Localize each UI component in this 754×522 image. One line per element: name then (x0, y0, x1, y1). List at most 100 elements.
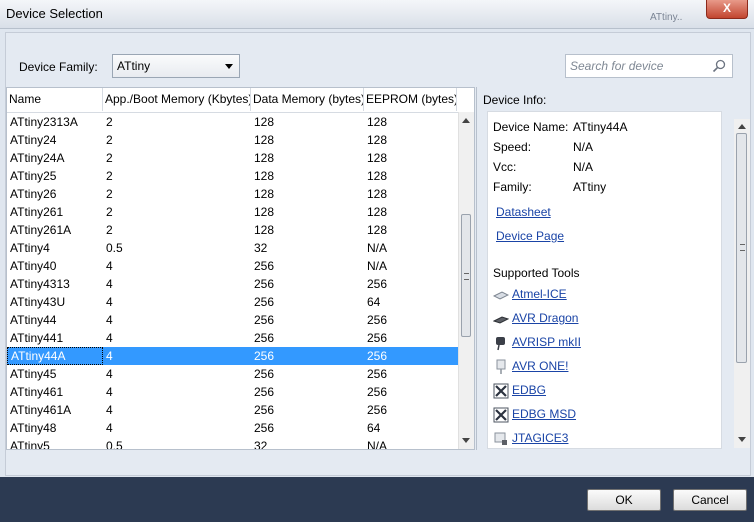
table-row[interactable]: ATtiny4313 4 256 256 (7, 275, 460, 293)
table-row[interactable]: ATtiny48 4 256 64 (7, 419, 460, 437)
device-info-pane: Device Info: Device Name: ATtiny44A Speed… (476, 87, 751, 450)
device-info-box: Device Name: ATtiny44A Speed: N/A Vcc: N/A … (487, 111, 722, 449)
cell-data-memory: 256 (254, 421, 275, 435)
table-row[interactable]: ATtiny24 2 128 128 (7, 131, 460, 149)
cell-eeprom: 256 (367, 367, 388, 381)
cell-name: ATtiny44A (7, 347, 103, 365)
supported-tool-link[interactable]: AVRISP mkII (512, 335, 581, 349)
table-body: ATtiny2313A 2 128 128 ATtiny24 2 128 128 ATtiny2… (7, 113, 460, 450)
cell-name: ATtiny24 (10, 133, 57, 147)
cell-eeprom: 128 (367, 169, 388, 183)
chevron-down-icon (225, 64, 233, 69)
cell-data-memory: 256 (254, 349, 275, 363)
table-scrollbar[interactable] (458, 112, 474, 449)
device-page-link[interactable]: Device Page (496, 229, 564, 243)
table-row[interactable]: ATtiny25 2 128 128 (7, 167, 460, 185)
table-row[interactable]: ATtiny461 4 256 256 (7, 383, 460, 401)
cell-app-memory: 4 (106, 367, 113, 381)
scroll-up-arrow-icon[interactable] (462, 118, 470, 123)
device-name-label: Device Name: (493, 120, 569, 134)
supported-tools-title: Supported Tools (493, 266, 580, 280)
scroll-up-arrow-icon[interactable] (738, 124, 746, 129)
table-row[interactable]: ATtiny44A 4 256 256 (7, 347, 460, 365)
device-family-dropdown[interactable]: ATtiny (112, 54, 240, 78)
cell-name: ATtiny48 (10, 421, 57, 435)
cell-data-memory: 256 (254, 403, 275, 417)
table-row[interactable]: ATtiny261A 2 128 128 (7, 221, 460, 239)
table-row[interactable]: ATtiny441 4 256 256 (7, 329, 460, 347)
table-row[interactable]: ATtiny24A 2 128 128 (7, 149, 460, 167)
cell-data-memory: 256 (254, 367, 275, 381)
supported-tool-link[interactable]: AVR Dragon (512, 311, 578, 325)
dialog-content: Device Family: ATtiny Search for device … (5, 32, 751, 476)
debugger-icon (493, 359, 509, 375)
grip-icon (464, 273, 469, 280)
search-icon[interactable] (712, 59, 726, 73)
table-row[interactable]: ATtiny40 4 256 N/A (7, 257, 460, 275)
cell-name: ATtiny26 (10, 187, 57, 201)
cell-app-memory: 2 (106, 115, 113, 129)
family-value: ATtiny (573, 180, 607, 194)
supported-tool-link[interactable]: Atmel-ICE (512, 287, 567, 301)
speed-value: N/A (573, 140, 594, 154)
column-header-eeprom[interactable]: EEPROM (bytes) (364, 88, 457, 111)
cell-name: ATtiny261A (10, 223, 72, 237)
supported-tool-link[interactable]: AVR ONE! (512, 359, 568, 373)
cell-name: ATtiny43U (10, 295, 66, 309)
supported-tool-link[interactable]: EDBG (512, 383, 546, 397)
table-row[interactable]: ATtiny26 2 128 128 (7, 185, 460, 203)
cell-name: ATtiny4 (10, 241, 50, 255)
vcc-label: Vcc: (493, 160, 517, 174)
column-header-name[interactable]: Name (7, 88, 103, 111)
scrollbar-thumb[interactable] (736, 133, 747, 363)
info-row-family: Family: ATtiny (493, 180, 606, 194)
cell-eeprom: 256 (367, 385, 388, 399)
table-row[interactable]: ATtiny43U 4 256 64 (7, 293, 460, 311)
cell-app-memory: 2 (106, 169, 113, 183)
table-row[interactable]: ATtiny5 0.5 32 N/A (7, 437, 460, 450)
datasheet-link[interactable]: Datasheet (496, 205, 551, 219)
cell-app-memory: 4 (106, 421, 113, 435)
cell-eeprom: 128 (367, 223, 388, 237)
speed-label: Speed: (493, 140, 532, 154)
cell-eeprom: 128 (367, 187, 388, 201)
table-row[interactable]: ATtiny4 0.5 32 N/A (7, 239, 460, 257)
scrollbar-thumb[interactable] (461, 214, 471, 337)
column-header-data-memory[interactable]: Data Memory (bytes) (251, 88, 364, 111)
cell-eeprom: N/A (367, 259, 388, 273)
supported-tool-link[interactable]: JTAGICE3 (512, 431, 568, 445)
cell-app-memory: 4 (106, 403, 113, 417)
cell-data-memory: 256 (254, 295, 275, 309)
cell-eeprom: 64 (367, 295, 381, 309)
edbg-icon (493, 383, 509, 399)
search-input[interactable]: Search for device (565, 54, 733, 78)
cell-eeprom: N/A (367, 241, 388, 255)
column-header-app-memory[interactable]: App./Boot Memory (Kbytes) (103, 88, 251, 111)
cell-app-memory: 2 (106, 205, 113, 219)
supported-tool-link[interactable]: EDBG MSD (512, 407, 576, 421)
cell-name: ATtiny461 (10, 385, 64, 399)
cell-app-memory: 4 (106, 259, 113, 273)
cell-name: ATtiny25 (10, 169, 57, 183)
table-row[interactable]: ATtiny461A 4 256 256 (7, 401, 460, 419)
device-family-value: ATtiny (117, 59, 151, 73)
close-button[interactable]: X (706, 0, 748, 19)
table-row[interactable]: ATtiny45 4 256 256 (7, 365, 460, 383)
cell-data-memory: 256 (254, 331, 275, 345)
device-selection-window: Device Selection ATtiny.. X Device Famil… (0, 0, 754, 522)
cell-data-memory: 128 (254, 115, 275, 129)
scroll-down-arrow-icon[interactable] (738, 437, 746, 442)
info-row-vcc: Vcc: N/A (493, 160, 593, 174)
info-row-device-name: Device Name: ATtiny44A (493, 120, 627, 134)
cancel-button[interactable]: Cancel (673, 489, 747, 511)
cell-eeprom: 64 (367, 421, 381, 435)
ok-button[interactable]: OK (587, 489, 661, 511)
table-row[interactable]: ATtiny2313A 2 128 128 (7, 113, 460, 131)
vcc-value: N/A (573, 160, 594, 174)
table-row[interactable]: ATtiny261 2 128 128 (7, 203, 460, 221)
table-row[interactable]: ATtiny44 4 256 256 (7, 311, 460, 329)
info-scrollbar[interactable] (734, 119, 750, 448)
grip-icon (740, 244, 745, 251)
cell-name: ATtiny5 (10, 439, 50, 450)
scroll-down-arrow-icon[interactable] (462, 438, 470, 443)
